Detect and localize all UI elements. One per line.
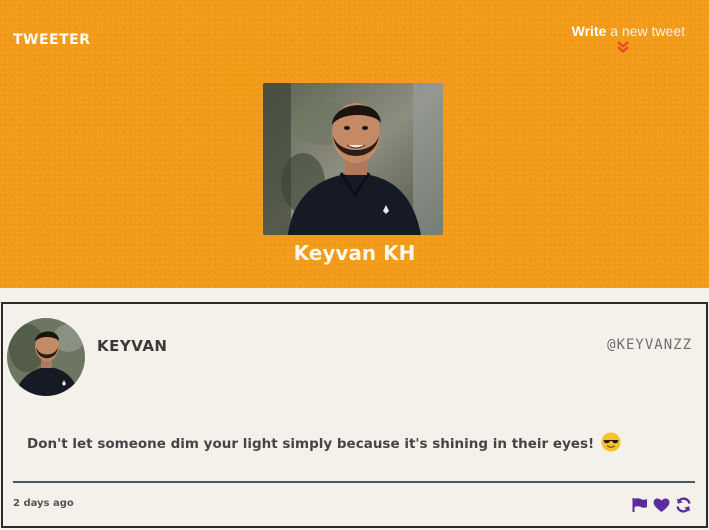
tweet-actions xyxy=(631,497,692,513)
tweet-text: Don't let someone dim your light simply … xyxy=(27,432,621,452)
tweet-handle: @KEYVANZZ xyxy=(607,337,692,353)
retweet-icon[interactable] xyxy=(675,497,692,513)
avatar[interactable] xyxy=(7,318,85,396)
write-tweet-link[interactable]: Write a new tweet xyxy=(572,23,685,39)
write-tweet-link-strong: Write xyxy=(571,23,607,39)
profile-name: Keyvan KH xyxy=(293,241,416,265)
heart-icon[interactable] xyxy=(653,497,670,513)
tweet-display-name: KEYVAN xyxy=(97,337,168,355)
flag-icon[interactable] xyxy=(631,497,648,513)
tweet-divider xyxy=(13,481,695,483)
tweet-text-body: Don't let someone dim your light simply … xyxy=(27,436,595,452)
chevron-double-down-icon[interactable] xyxy=(615,40,631,54)
page-header: TWEETER Write a new tweet Keyvan KH xyxy=(0,0,709,288)
brand-logo[interactable]: TWEETER xyxy=(13,32,91,48)
tweet-timestamp: 2 days ago xyxy=(13,498,74,509)
write-tweet-link-rest: a new tweet xyxy=(606,23,685,39)
tweet-card: KEYVAN @KEYVANZZ Don't let someone dim y… xyxy=(1,302,708,528)
profile-photo xyxy=(263,83,443,235)
sunglasses-emoji-icon xyxy=(601,432,621,452)
